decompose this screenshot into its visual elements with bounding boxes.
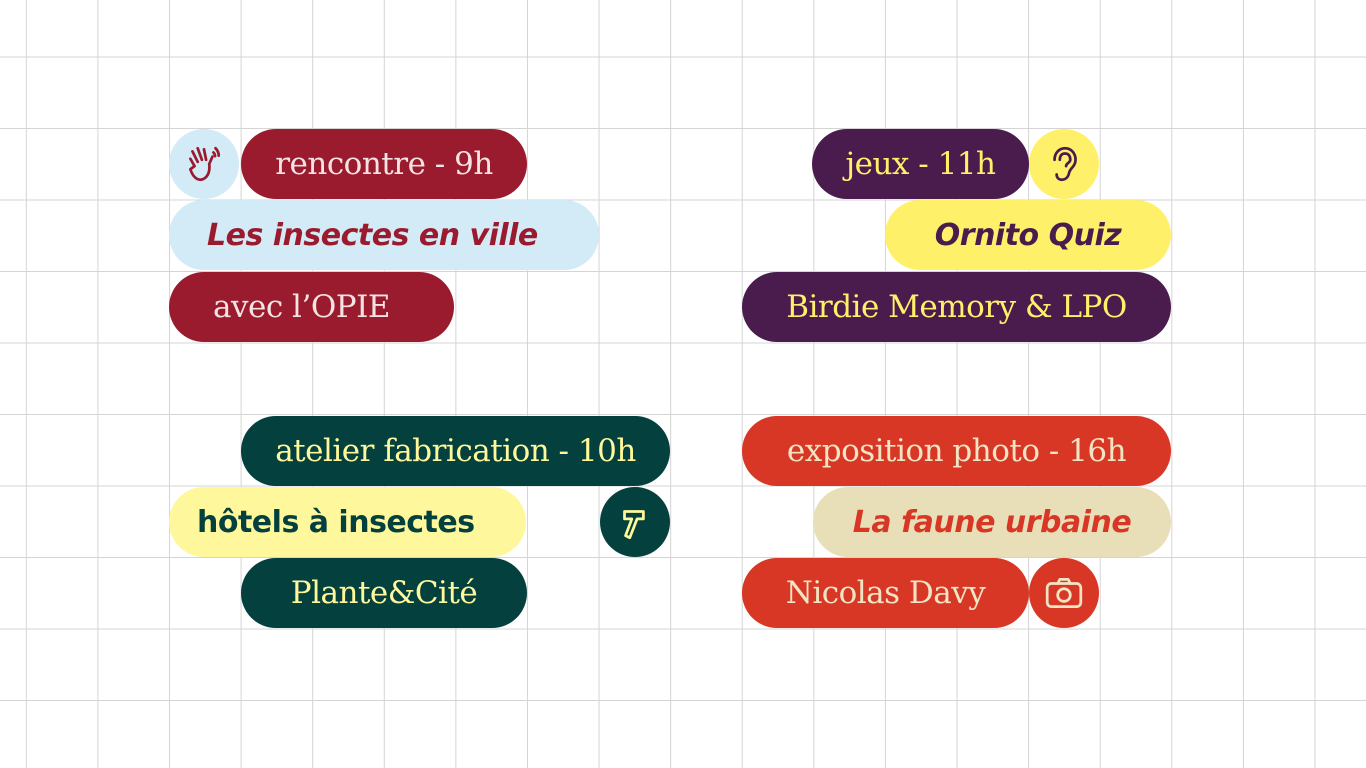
event-2-host: Birdie Memory & LPO bbox=[786, 289, 1127, 325]
event-2-title-pill: Ornito Quiz bbox=[885, 200, 1171, 270]
event-3-title: hôtels à insectes bbox=[197, 504, 475, 540]
event-4-host: Nicolas Davy bbox=[785, 575, 986, 611]
event-1-category-pill: rencontre - 9h bbox=[241, 129, 527, 199]
event-4-category-pill: exposition photo - 16h bbox=[742, 416, 1171, 486]
event-3-host-pill: Plante&Cité bbox=[241, 558, 527, 628]
event-4-title-pill: La faune urbaine bbox=[813, 487, 1171, 557]
event-1-title: Les insectes en ville bbox=[207, 217, 538, 253]
event-2-host-pill: Birdie Memory & LPO bbox=[742, 272, 1171, 342]
event-3-icon-badge bbox=[600, 487, 670, 557]
event-4-title: La faune urbaine bbox=[852, 504, 1132, 540]
event-1-category: rencontre - 9h bbox=[275, 146, 493, 182]
event-4-category: exposition photo - 16h bbox=[786, 433, 1127, 469]
event-1-icon-badge bbox=[169, 129, 239, 199]
event-4-host-pill: Nicolas Davy bbox=[742, 558, 1029, 628]
event-3-category-pill: atelier fabrication - 10h bbox=[241, 416, 670, 486]
event-3-category: atelier fabrication - 10h bbox=[275, 433, 636, 469]
event-3-title-pill: hôtels à insectes bbox=[169, 487, 526, 557]
event-2-icon-badge bbox=[1029, 129, 1099, 199]
waving-hand-icon bbox=[188, 146, 221, 182]
event-3-host: Plante&Cité bbox=[290, 575, 478, 611]
event-1-host-pill: avec l’OPIE bbox=[169, 272, 454, 342]
hammer-icon bbox=[623, 510, 645, 540]
event-1-host: avec l’OPIE bbox=[213, 289, 390, 325]
camera-icon bbox=[1045, 577, 1083, 609]
event-2-category-pill: jeux - 11h bbox=[812, 129, 1029, 199]
ear-icon bbox=[1053, 146, 1077, 182]
event-2-category: jeux - 11h bbox=[845, 146, 997, 182]
event-4-icon-badge bbox=[1029, 558, 1099, 628]
event-2-title: Ornito Quiz bbox=[934, 217, 1122, 253]
event-1-title-pill: Les insectes en ville bbox=[169, 200, 599, 270]
